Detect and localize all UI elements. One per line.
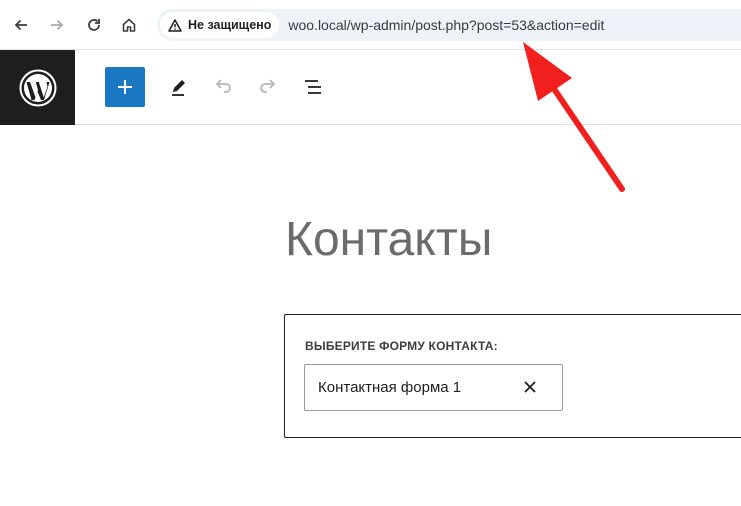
security-indicator[interactable]: Не защищено — [160, 12, 280, 38]
close-icon — [524, 381, 536, 393]
back-button[interactable] — [8, 12, 34, 38]
post-title[interactable]: Контакты — [285, 216, 492, 264]
undo-button[interactable] — [208, 72, 238, 102]
editor-toolbar — [0, 50, 741, 125]
wordpress-logo-button[interactable] — [0, 50, 75, 125]
forward-button[interactable] — [44, 12, 70, 38]
redo-icon — [260, 79, 276, 93]
undo-icon — [215, 79, 231, 93]
reload-button[interactable] — [81, 12, 107, 38]
home-icon — [122, 18, 136, 32]
contact-form-block[interactable]: ВЫБЕРИТЕ ФОРМУ КОНТАКТА: Контактная форм… — [284, 314, 741, 438]
pencil-icon — [172, 80, 185, 96]
tools-button[interactable] — [163, 72, 193, 102]
clear-selection-button[interactable] — [520, 377, 540, 397]
address-bar[interactable]: Не защищено woo.local/wp-admin/post.php?… — [157, 9, 741, 41]
home-button[interactable] — [116, 12, 142, 38]
wordpress-logo — [19, 69, 56, 106]
browser-toolbar: Не защищено woo.local/wp-admin/post.php?… — [0, 0, 741, 50]
arrow-right-icon — [51, 19, 64, 31]
reload-icon — [88, 19, 100, 31]
block-label: ВЫБЕРИТЕ ФОРМУ КОНТАКТА: — [305, 339, 498, 353]
security-label: Не защищено — [188, 18, 272, 32]
list-view-icon — [305, 80, 321, 94]
plus-icon — [118, 80, 132, 94]
url-text[interactable]: woo.local/wp-admin/post.php?post=53&acti… — [288, 17, 604, 33]
arrow-left-icon — [14, 19, 27, 31]
warning-triangle-icon — [168, 18, 182, 32]
add-block-button[interactable] — [105, 67, 145, 107]
selected-form-value: Контактная форма 1 — [318, 379, 462, 396]
document-overview-button[interactable] — [299, 72, 329, 102]
redo-button[interactable] — [253, 72, 283, 102]
contact-form-select[interactable]: Контактная форма 1 — [304, 364, 563, 411]
